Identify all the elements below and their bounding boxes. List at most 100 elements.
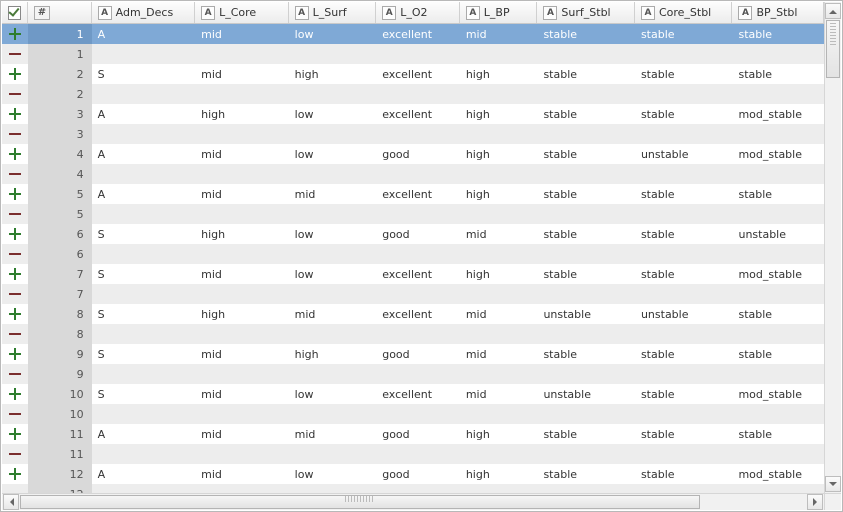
row-number-cell[interactable]: 4 [28, 164, 92, 184]
cell-l_core[interactable]: mid [195, 184, 289, 204]
cell-adm_decs[interactable]: S [92, 304, 195, 324]
cell-surf_stbl[interactable] [537, 84, 635, 104]
row-number-cell[interactable]: 9 [28, 364, 92, 384]
cell-surf_stbl[interactable] [537, 484, 635, 493]
cell-core_stbl[interactable]: stable [635, 24, 733, 44]
cell-l_o2[interactable]: excellent [376, 264, 460, 284]
row-collapse-toggle[interactable] [2, 364, 28, 384]
cell-l_bp[interactable]: high [460, 184, 538, 204]
cell-bp_stbl[interactable] [732, 444, 824, 464]
row-number-cell[interactable]: 3 [28, 124, 92, 144]
header-col-surf-stbl[interactable]: ASurf_Stbl [537, 2, 635, 23]
cell-l_o2[interactable] [376, 284, 460, 304]
row-number-cell[interactable]: 4 [28, 144, 92, 164]
table-row[interactable]: 1 [2, 44, 824, 64]
cell-l_o2[interactable] [376, 244, 460, 264]
cell-l_core[interactable] [195, 284, 289, 304]
row-collapse-toggle[interactable] [2, 324, 28, 344]
row-collapse-toggle[interactable] [2, 444, 28, 464]
table-row[interactable]: 12 [2, 484, 824, 493]
cell-l_bp[interactable]: mid [460, 24, 538, 44]
cell-adm_decs[interactable]: A [92, 144, 195, 164]
cell-surf_stbl[interactable]: stable [537, 264, 635, 284]
cell-surf_stbl[interactable]: stable [537, 64, 635, 84]
row-expand-toggle[interactable] [2, 384, 28, 404]
table-row[interactable]: 11 [2, 444, 824, 464]
vertical-scroll-thumb[interactable] [826, 20, 840, 78]
cell-bp_stbl[interactable]: mod_stable [732, 464, 824, 484]
cell-surf_stbl[interactable]: stable [537, 464, 635, 484]
row-number-cell[interactable]: 11 [28, 444, 92, 464]
cell-l_surf[interactable] [289, 164, 377, 184]
cell-l_bp[interactable]: mid [460, 344, 538, 364]
cell-l_bp[interactable] [460, 204, 538, 224]
cell-bp_stbl[interactable]: stable [732, 64, 824, 84]
cell-adm_decs[interactable]: A [92, 104, 195, 124]
cell-l_o2[interactable] [376, 324, 460, 344]
header-col-l-surf[interactable]: AL_Surf [289, 2, 377, 23]
table-row[interactable]: 6Shighlowgoodmidstablestableunstable [2, 224, 824, 244]
cell-adm_decs[interactable] [92, 364, 195, 384]
cell-bp_stbl[interactable]: mod_stable [732, 264, 824, 284]
table-row[interactable]: 7Smidlowexcellenthighstablestablemod_sta… [2, 264, 824, 284]
row-number-cell[interactable]: 1 [28, 24, 92, 44]
cell-l_surf[interactable] [289, 484, 377, 493]
row-number-cell[interactable]: 2 [28, 84, 92, 104]
row-number-cell[interactable]: 1 [28, 44, 92, 64]
table-row[interactable]: 9Smidhighgoodmidstablestablestable [2, 344, 824, 364]
table-row[interactable]: 11Amidmidgoodhighstablestablestable [2, 424, 824, 444]
header-col-adm-decs[interactable]: AAdm_Decs [92, 2, 195, 23]
cell-l_surf[interactable] [289, 84, 377, 104]
cell-bp_stbl[interactable] [732, 44, 824, 64]
cell-l_bp[interactable]: mid [460, 224, 538, 244]
cell-core_stbl[interactable]: stable [635, 224, 733, 244]
header-col-l-o2[interactable]: AL_O2 [376, 2, 460, 23]
cell-l_o2[interactable] [376, 484, 460, 493]
cell-l_surf[interactable]: high [289, 344, 377, 364]
cell-l_bp[interactable]: mid [460, 384, 538, 404]
cell-bp_stbl[interactable]: mod_stable [732, 104, 824, 124]
cell-surf_stbl[interactable] [537, 204, 635, 224]
table-row[interactable]: 2Smidhighexcellenthighstablestablestable [2, 64, 824, 84]
table-row[interactable]: 3 [2, 124, 824, 144]
cell-bp_stbl[interactable] [732, 84, 824, 104]
cell-l_surf[interactable] [289, 364, 377, 384]
scroll-right-button[interactable] [807, 494, 823, 510]
cell-l_core[interactable] [195, 324, 289, 344]
cell-l_bp[interactable] [460, 84, 538, 104]
cell-bp_stbl[interactable] [732, 164, 824, 184]
cell-surf_stbl[interactable] [537, 444, 635, 464]
cell-adm_decs[interactable] [92, 244, 195, 264]
cell-core_stbl[interactable] [635, 244, 733, 264]
table-row[interactable]: 10 [2, 404, 824, 424]
table-row[interactable]: 2 [2, 84, 824, 104]
cell-bp_stbl[interactable] [732, 284, 824, 304]
table-row[interactable]: 8 [2, 324, 824, 344]
cell-surf_stbl[interactable]: stable [537, 344, 635, 364]
cell-l_o2[interactable] [376, 164, 460, 184]
cell-l_bp[interactable]: high [460, 144, 538, 164]
row-collapse-toggle[interactable] [2, 484, 28, 493]
cell-core_stbl[interactable]: stable [635, 464, 733, 484]
cell-l_o2[interactable]: excellent [376, 104, 460, 124]
cell-l_o2[interactable] [376, 364, 460, 384]
cell-adm_decs[interactable]: S [92, 64, 195, 84]
cell-l_bp[interactable] [460, 444, 538, 464]
cell-core_stbl[interactable]: stable [635, 424, 733, 444]
cell-l_surf[interactable]: mid [289, 184, 377, 204]
row-expand-toggle[interactable] [2, 464, 28, 484]
row-expand-toggle[interactable] [2, 304, 28, 324]
cell-l_core[interactable] [195, 84, 289, 104]
cell-l_core[interactable] [195, 44, 289, 64]
cell-l_o2[interactable]: good [376, 464, 460, 484]
cell-l_bp[interactable] [460, 164, 538, 184]
cell-bp_stbl[interactable]: stable [732, 344, 824, 364]
header-check-column[interactable] [2, 2, 28, 23]
cell-bp_stbl[interactable] [732, 204, 824, 224]
cell-l_o2[interactable] [376, 404, 460, 424]
cell-l_o2[interactable]: good [376, 344, 460, 364]
row-collapse-toggle[interactable] [2, 44, 28, 64]
cell-l_surf[interactable] [289, 444, 377, 464]
cell-bp_stbl[interactable]: mod_stable [732, 144, 824, 164]
cell-adm_decs[interactable] [92, 44, 195, 64]
